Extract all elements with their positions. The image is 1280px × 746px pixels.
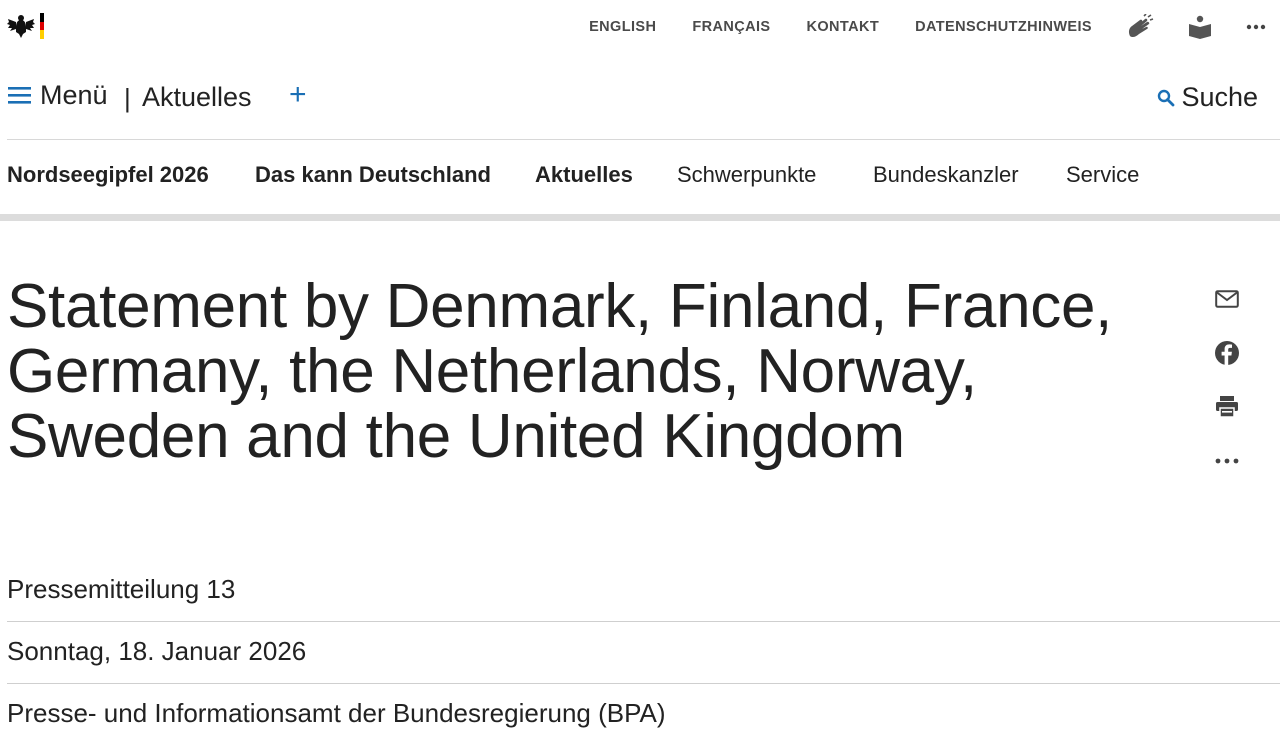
- top-utility-bar: ENGLISH FRANÇAIS KONTAKT DATENSCHUTZHINW…: [0, 0, 1280, 54]
- more-icon[interactable]: [1212, 448, 1242, 474]
- search-label: Suche: [1181, 82, 1258, 112]
- hamburger-icon: [8, 87, 31, 104]
- search-icon: [1158, 89, 1175, 106]
- header-bar: Menü | Aktuelles + Suche: [0, 64, 1280, 130]
- more-icon[interactable]: [1246, 24, 1266, 30]
- sign-language-icon[interactable]: [1126, 14, 1154, 40]
- breadcrumb[interactable]: Aktuelles: [142, 82, 252, 113]
- meta-publisher-row: Presse- und Informationsamt der Bundesre…: [7, 683, 1280, 745]
- link-francais[interactable]: FRANÇAIS: [692, 19, 770, 35]
- menu-label: Menü: [40, 80, 108, 110]
- publisher: Presse- und Informationsamt der Bundesre…: [7, 698, 666, 728]
- page-title: Statement by Denmark, Finland, France, G…: [7, 272, 1113, 471]
- press-release-number: Pressemitteilung 13: [7, 574, 236, 604]
- federal-eagle-logo[interactable]: [7, 13, 44, 40]
- nav-item-schwerpunkte[interactable]: Schwerpunkte: [677, 162, 816, 188]
- nav-item-aktuelles[interactable]: Aktuelles: [535, 162, 633, 188]
- publication-date: Sonntag, 18. Januar 2026: [7, 636, 307, 666]
- mail-icon[interactable]: [1212, 286, 1242, 312]
- menu-button[interactable]: Menü: [8, 80, 108, 111]
- nav-item-service[interactable]: Service: [1066, 162, 1139, 188]
- nav-bottom-border: [0, 214, 1280, 221]
- share-bar: [1212, 286, 1242, 474]
- meta-date-row: Sonntag, 18. Januar 2026: [7, 621, 1280, 684]
- german-flag-stripe: [40, 13, 44, 40]
- main-navigation: Nordseegipfel 2026 Das kann Deutschland …: [0, 140, 1280, 214]
- link-kontakt[interactable]: KONTAKT: [806, 19, 879, 35]
- nav-item-nordseegipfel[interactable]: Nordseegipfel 2026: [7, 162, 209, 188]
- easy-language-icon[interactable]: [1188, 15, 1212, 39]
- print-icon[interactable]: [1212, 394, 1242, 420]
- link-datenschutzhinweis[interactable]: DATENSCHUTZHINWEIS: [915, 19, 1092, 35]
- nav-item-das-kann-deutschland[interactable]: Das kann Deutschland: [255, 162, 491, 188]
- breadcrumb-separator: |: [124, 83, 131, 113]
- nav-item-bundeskanzler[interactable]: Bundeskanzler: [873, 162, 1019, 188]
- federal-eagle-icon: [7, 15, 35, 38]
- meta-type-row: Pressemitteilung 13: [7, 559, 1280, 622]
- facebook-icon[interactable]: [1212, 340, 1242, 366]
- search-button[interactable]: Suche: [1157, 82, 1258, 113]
- expand-plus-icon[interactable]: +: [289, 80, 307, 110]
- link-english[interactable]: ENGLISH: [589, 19, 656, 35]
